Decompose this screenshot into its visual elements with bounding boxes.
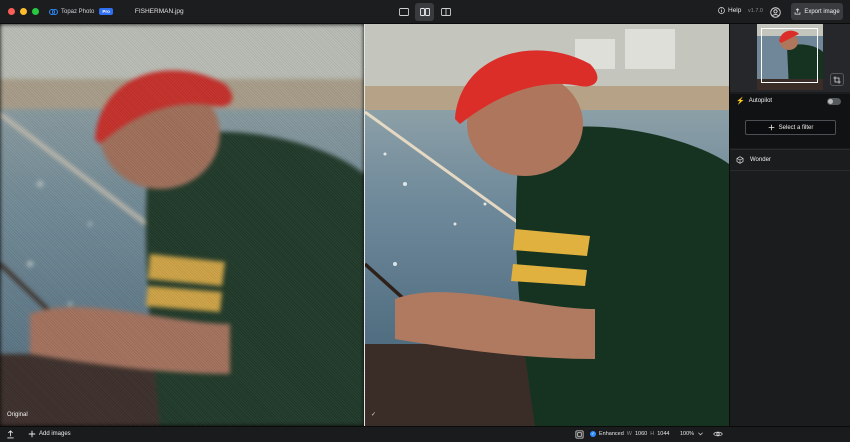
eye-icon	[713, 431, 723, 437]
account-button[interactable]	[768, 5, 782, 19]
autopilot-panel: ⚡ Autopilot Select a filter	[730, 94, 850, 148]
split-view-button[interactable]	[436, 3, 455, 21]
side-by-side-view-button[interactable]	[415, 3, 434, 21]
version-label: v1.7.0	[748, 8, 763, 14]
check-icon: ✓	[590, 431, 596, 437]
original-photo	[0, 24, 364, 426]
enhanced-pane[interactable]: ✓	[365, 24, 729, 426]
compare-button[interactable]	[575, 430, 584, 441]
export-icon	[795, 8, 801, 15]
filter-item-wonder[interactable]: Wonder	[730, 149, 850, 171]
single-view-button[interactable]	[394, 3, 413, 21]
zoom-value: 100%	[680, 431, 695, 437]
user-icon	[769, 6, 781, 18]
viewport-frame[interactable]	[761, 28, 818, 83]
bottom-bar: Add images ✓ Enhanced W 1060 H 1044 100%	[0, 426, 850, 442]
close-window-button[interactable]	[8, 8, 15, 15]
crop-button[interactable]	[830, 73, 844, 86]
help-button[interactable]: Help	[718, 7, 741, 14]
chevron-down-icon	[698, 432, 703, 436]
original-pane[interactable]: Original	[0, 24, 364, 426]
side-by-side-icon	[419, 8, 430, 16]
zoom-select[interactable]: 100%	[680, 431, 703, 437]
export-image-button[interactable]: Export image	[791, 3, 843, 20]
view-mode-switcher	[394, 3, 455, 21]
enhanced-photo	[365, 24, 729, 426]
info-icon	[718, 7, 725, 14]
enhanced-label: Enhanced	[599, 431, 624, 437]
width-label: W	[626, 431, 632, 437]
height-label: H	[650, 431, 655, 437]
original-label: Original	[7, 412, 28, 418]
window-controls	[8, 8, 39, 15]
width-value: 1060	[634, 431, 648, 437]
autopilot-row: ⚡ Autopilot	[736, 97, 772, 105]
split-view-icon	[440, 8, 451, 16]
navigator[interactable]	[730, 24, 850, 92]
wonder-icon	[736, 156, 744, 164]
add-images-button[interactable]: Add images	[28, 430, 71, 438]
help-label: Help	[728, 7, 742, 14]
compare-icon	[575, 430, 584, 439]
file-name: FISHERMAN.jpg	[134, 8, 184, 15]
preview-toggle-button[interactable]	[713, 430, 723, 440]
enhanced-status: ✓ Enhanced W 1060 H 1044	[590, 431, 669, 437]
crop-icon	[833, 75, 841, 84]
select-filter-button[interactable]: Select a filter	[745, 120, 836, 135]
add-images-label: Add images	[39, 431, 71, 437]
topaz-logo-icon	[49, 8, 58, 15]
bolt-icon: ⚡	[736, 98, 745, 105]
export-label: Export image	[804, 8, 840, 15]
plus-icon	[768, 124, 774, 131]
autopilot-label: Autopilot	[748, 98, 773, 104]
wonder-label: Wonder	[750, 157, 771, 163]
single-view-icon	[398, 8, 409, 16]
right-sidebar: ⚡ Autopilot Select a filter Wonder	[729, 24, 850, 426]
enhanced-marker: ✓	[371, 412, 377, 418]
height-value: 1044	[657, 431, 670, 437]
image-viewer[interactable]: Original ✓	[0, 24, 729, 426]
plus-icon	[28, 430, 36, 438]
autopilot-toggle[interactable]	[827, 98, 841, 105]
minimize-window-button[interactable]	[20, 8, 27, 15]
pro-badge: Pro	[99, 8, 113, 15]
app-brand: Topaz Photo Pro	[49, 8, 113, 15]
upload-icon	[7, 430, 14, 439]
upload-button[interactable]	[6, 430, 15, 441]
select-filter-label: Select a filter	[778, 124, 814, 131]
app-name: Topaz Photo	[61, 8, 95, 15]
maximize-window-button[interactable]	[32, 8, 39, 15]
title-bar: Topaz Photo Pro FISHERMAN.jpg Help v1.7.…	[0, 0, 850, 24]
